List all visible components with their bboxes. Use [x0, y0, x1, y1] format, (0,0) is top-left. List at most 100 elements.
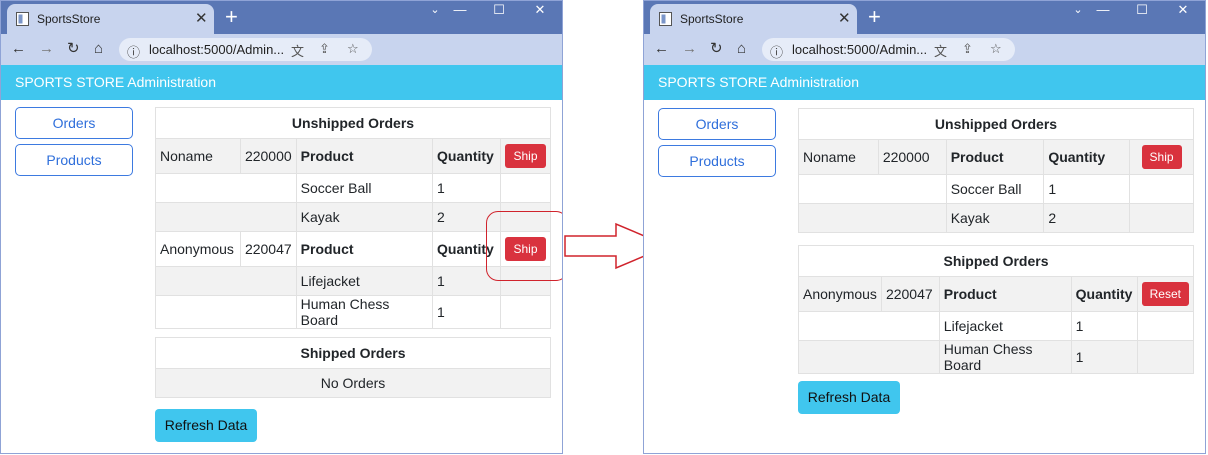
product-name: Human Chess Board	[295, 295, 434, 329]
translate-icon[interactable]: 文	[291, 41, 304, 60]
line-row: Lifejacket 1	[798, 311, 1195, 341]
product-name: Kayak	[295, 202, 434, 232]
product-name: Soccer Ball	[295, 173, 434, 203]
order-number: 220000	[877, 139, 947, 175]
line-row: Soccer Ball 1	[798, 174, 1194, 204]
product-quantity: 2	[1043, 203, 1131, 233]
product-quantity: 1	[432, 173, 501, 203]
table-title: Unshipped Orders	[798, 108, 1194, 140]
banner-title: SPORTS STORE Administration	[15, 74, 216, 90]
browser-tab[interactable]: SportsStore ✕	[7, 4, 214, 34]
orders-button[interactable]: Orders	[658, 108, 776, 140]
browser-toolbar: ← → ↻ ⌂ ⓘ localhost:5000/Admin... 文 ⇪ ☆	[1, 34, 562, 65]
plus-icon[interactable]: +	[868, 4, 881, 30]
product-name: Lifejacket	[295, 266, 434, 296]
back-arrow-icon[interactable]: ←	[11, 39, 26, 59]
app-banner: SPORTS STORE Administration	[1, 65, 562, 100]
browser-toolbar: ← → ↻ ⌂ ⓘ localhost:5000/Admin... 文 ⇪ ☆	[644, 34, 1205, 65]
table-title: Shipped Orders	[155, 337, 551, 369]
reset-button[interactable]: Reset	[1141, 282, 1189, 306]
line-row: Human Chess Board 1	[155, 295, 552, 329]
quantity-header: Quantity	[1070, 276, 1138, 312]
ship-button[interactable]: Ship	[505, 144, 546, 168]
minimize-icon[interactable]: —	[440, 1, 480, 21]
product-quantity: 1	[1043, 174, 1131, 204]
app-banner: SPORTS STORE Administration	[644, 65, 1205, 100]
tab-title: SportsStore	[37, 12, 101, 26]
shipped-orders-table: Shipped Orders Anonymous 220047 Product …	[798, 245, 1195, 374]
share-icon[interactable]: ⇪	[319, 41, 330, 57]
browser-tab[interactable]: SportsStore ✕	[650, 4, 857, 34]
product-name: Human Chess Board	[938, 340, 1072, 374]
order-number: 220047	[239, 231, 297, 267]
empty-message: No Orders	[155, 368, 551, 398]
order-number: 220000	[239, 138, 297, 174]
translate-icon[interactable]: 文	[934, 41, 947, 60]
share-icon[interactable]: ⇪	[962, 41, 973, 57]
page-icon	[659, 12, 672, 26]
order-row: Noname 220000 Product Quantity Ship	[798, 139, 1194, 175]
product-header: Product	[938, 276, 1072, 312]
product-quantity: 1	[432, 295, 501, 329]
product-name: Kayak	[945, 203, 1045, 233]
orders-button[interactable]: Orders	[15, 107, 133, 139]
highlight-outline	[486, 211, 562, 281]
window-close-icon[interactable]: ✕	[1163, 1, 1203, 21]
product-quantity: 1	[1070, 311, 1138, 341]
product-header: Product	[295, 231, 434, 267]
browser-window-before: SportsStore ✕ + ⌄ — ☐ ✕ ← → ↻ ⌂ ⓘ localh…	[0, 0, 563, 454]
maximize-icon[interactable]: ☐	[1122, 1, 1162, 21]
home-icon[interactable]: ⌂	[737, 39, 746, 59]
table-title: Shipped Orders	[798, 245, 1194, 277]
forward-arrow-icon[interactable]: →	[682, 39, 697, 59]
order-row: Noname 220000 Product Quantity Ship	[155, 138, 552, 174]
ship-button[interactable]: Ship	[1141, 145, 1182, 169]
refresh-data-button[interactable]: Refresh Data	[155, 409, 257, 442]
shipped-orders-table: Shipped Orders No Orders	[155, 337, 551, 398]
browser-window-after: SportsStore ✕ + ⌄ — ☐ ✕ ← → ↻ ⌂ ⓘ localh…	[643, 0, 1206, 454]
product-name: Lifejacket	[938, 311, 1072, 341]
close-icon[interactable]: ✕	[838, 10, 851, 28]
star-icon[interactable]: ☆	[347, 41, 359, 57]
address-text: localhost:5000/Admin...	[149, 42, 285, 57]
customer-name: Noname	[798, 139, 879, 175]
unshipped-orders-table: Unshipped Orders Noname 220000 Product Q…	[798, 108, 1194, 233]
order-row: Anonymous 220047 Product Quantity Reset	[798, 276, 1195, 312]
home-icon[interactable]: ⌂	[94, 39, 103, 59]
reload-icon[interactable]: ↻	[67, 39, 80, 59]
page-icon	[16, 12, 29, 26]
line-row: Kayak 2	[798, 203, 1194, 233]
product-quantity: 1	[1070, 340, 1138, 374]
info-icon[interactable]: ⓘ	[127, 42, 140, 61]
customer-name: Anonymous	[155, 231, 241, 267]
customer-name: Noname	[155, 138, 241, 174]
tab-title: SportsStore	[680, 12, 744, 26]
line-row: Soccer Ball 1	[155, 173, 552, 203]
star-icon[interactable]: ☆	[990, 41, 1002, 57]
product-header: Product	[945, 139, 1045, 175]
products-button[interactable]: Products	[15, 144, 133, 176]
window-close-icon[interactable]: ✕	[520, 1, 560, 21]
info-icon[interactable]: ⓘ	[770, 42, 783, 61]
quantity-header: Quantity	[1043, 139, 1131, 175]
order-number: 220047	[880, 276, 940, 312]
address-bar[interactable]: ⓘ localhost:5000/Admin... 文 ⇪ ☆	[762, 38, 1015, 61]
title-bar: SportsStore ✕ + ⌄ — ☐ ✕	[1, 1, 562, 34]
minimize-icon[interactable]: —	[1083, 1, 1123, 21]
table-title: Unshipped Orders	[155, 107, 551, 139]
forward-arrow-icon[interactable]: →	[39, 39, 54, 59]
address-text: localhost:5000/Admin...	[792, 42, 928, 57]
reload-icon[interactable]: ↻	[710, 39, 723, 59]
product-name: Soccer Ball	[945, 174, 1045, 204]
products-button[interactable]: Products	[658, 145, 776, 177]
close-icon[interactable]: ✕	[195, 10, 208, 28]
back-arrow-icon[interactable]: ←	[654, 39, 669, 59]
product-header: Product	[295, 138, 434, 174]
banner-title: SPORTS STORE Administration	[658, 74, 859, 90]
refresh-data-button[interactable]: Refresh Data	[798, 381, 900, 414]
maximize-icon[interactable]: ☐	[479, 1, 519, 21]
line-row: Human Chess Board 1	[798, 340, 1195, 374]
address-bar[interactable]: ⓘ localhost:5000/Admin... 文 ⇪ ☆	[119, 38, 372, 61]
quantity-header: Quantity	[432, 138, 501, 174]
plus-icon[interactable]: +	[225, 4, 238, 30]
